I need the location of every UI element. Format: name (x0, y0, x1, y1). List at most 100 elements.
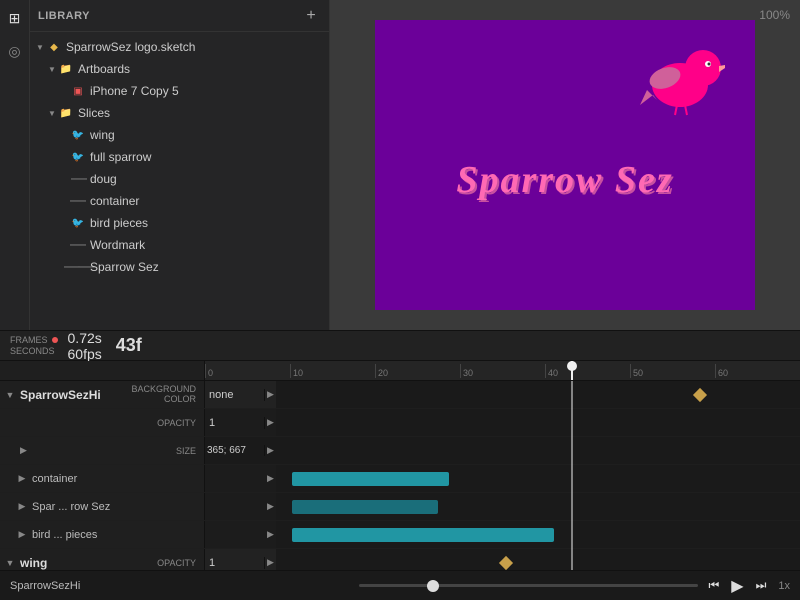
artboard-icon: ▣ (70, 83, 86, 99)
track-value-opacity: 1 (205, 417, 265, 429)
tree-item-slices[interactable]: ▼ 📁 Slices (30, 102, 329, 124)
expand-container-track[interactable]: ▶ (16, 473, 28, 485)
track-label-sparrowsezhi: ▼ SparrowSezHi BACKGROUNDCOLOR (0, 381, 205, 408)
folder-icon-artboards: 📁 (58, 61, 74, 77)
track-label-size: ▶ SIZE (0, 437, 205, 464)
tree-item-iphone[interactable]: ▣ iPhone 7 Copy 5 (30, 80, 329, 102)
tree-item-wing[interactable]: 🐦 wing (30, 124, 329, 146)
expand-sparrowsez-track[interactable]: ▶ (16, 501, 28, 513)
tracks-container: 0 10 20 30 40 50 60 (0, 361, 800, 570)
tree-item-doug[interactable]: — doug (30, 168, 329, 190)
track-arrow-container-track[interactable]: ▶ (267, 473, 274, 484)
track-timeline-wing (276, 549, 800, 570)
timeline: FRAMES SECONDS 0.72s 60fps 43f 0 10 (0, 330, 800, 600)
track-arrow-wing[interactable]: ▶ (267, 557, 274, 568)
app-container: ⊞ ◎ LIBRARY + ▼ ◆ SparrowSez logo.sketch… (0, 0, 800, 600)
canvas-frame: Sparrow Sez (375, 20, 755, 310)
slice-icon-bird-pieces: 🐦 (70, 215, 86, 231)
expand-sparrowsezhi[interactable]: ▼ (4, 389, 16, 401)
kf-bar-birdpieces (292, 528, 554, 542)
bird-svg (635, 40, 725, 120)
add-button[interactable]: + (301, 6, 321, 26)
tree-item-artboards[interactable]: ▼ 📁 Artboards (30, 58, 329, 80)
layers-icon[interactable]: ⊞ (9, 10, 21, 27)
sidebar-header: LIBRARY + (30, 0, 329, 32)
track-arrow-birdpieces-track[interactable]: ▶ (267, 529, 274, 540)
tree-item-container[interactable]: — container (30, 190, 329, 212)
track-property-size: SIZE (176, 446, 200, 456)
skip-back-button[interactable]: ⏮ (708, 578, 719, 593)
track-arrow-size[interactable]: ▶ (267, 445, 274, 456)
track-timeline-size (276, 437, 800, 464)
left-icon-rail: ⊞ ◎ (0, 0, 30, 330)
tree-item-sketch-file[interactable]: ▼ ◆ SparrowSez logo.sketch (30, 36, 329, 58)
skip-forward-button[interactable]: ⏭ (756, 578, 767, 593)
assets-icon[interactable]: ◎ (8, 43, 20, 60)
ruler-mark-60: 60 (715, 364, 800, 378)
arrow-full-sparrow (58, 151, 70, 163)
artboards-label: Artboards (78, 62, 130, 76)
play-button[interactable]: ▶ (731, 576, 743, 596)
track-name-birdpieces-track: bird ... pieces (32, 529, 200, 541)
kf-bar-sparrowsez (292, 500, 439, 514)
scrubber-thumb[interactable] (427, 580, 439, 592)
ruler-marks-row: 0 10 20 30 40 50 60 (205, 361, 800, 380)
dash-icon-wordmark: — (70, 237, 86, 253)
track-property-sparrowsezhi: BACKGROUNDCOLOR (131, 385, 200, 405)
ruler-marks-area: 0 10 20 30 40 50 60 (205, 361, 800, 380)
frames-seconds-label: FRAMES SECONDS (10, 335, 58, 357)
main-area: ⊞ ◎ LIBRARY + ▼ ◆ SparrowSez logo.sketch… (0, 0, 800, 330)
ruler-mark-10: 10 (290, 364, 375, 378)
tree-item-bird-pieces[interactable]: 🐦 bird pieces (30, 212, 329, 234)
folder-icon-slices: 📁 (58, 105, 74, 121)
scrubber-track[interactable] (359, 584, 698, 587)
arrow-bird-pieces (58, 217, 70, 229)
track-row-wing-parent: ▼ wing OPACITY 1 ▶ (0, 549, 800, 570)
container-label: container (90, 194, 139, 208)
expand-size[interactable]: ▶ (20, 445, 27, 456)
track-timeline-container (276, 465, 800, 492)
keyframe-diamond-wing (499, 555, 513, 569)
ruler-mark-20: 20 (375, 364, 460, 378)
slice-icon-wing: 🐦 (70, 127, 86, 143)
timecode: 0.72s 60fps (68, 330, 102, 362)
expand-wing-parent[interactable]: ▼ (4, 557, 16, 569)
track-name-wing-parent: wing (20, 556, 153, 570)
dash-icon-doug: — (70, 171, 86, 187)
track-value-wing: 1 (205, 557, 265, 569)
arrow-wordmark (58, 239, 70, 251)
track-timeline-opacity (276, 409, 800, 436)
expand-birdpieces-track[interactable]: ▶ (16, 529, 28, 541)
track-arrow-sparrowsez-track[interactable]: ▶ (267, 501, 274, 512)
sparrow-sez-text: Sparrow Sez (456, 158, 673, 202)
timeline-bottom: SparrowSezHi ⏮ ▶ ⏭ 1x (0, 570, 800, 600)
track-timeline-sparrowsez (276, 493, 800, 520)
track-arrow-opacity[interactable]: ▶ (267, 417, 274, 428)
track-row-sparrowsez: ▶ Spar ... row Sez ▶ (0, 493, 800, 521)
ruler-mark-30: 30 (460, 364, 545, 378)
ruler-playhead-head (567, 361, 577, 371)
tree-item-wordmark[interactable]: — Wordmark (30, 234, 329, 256)
arrow-sketch-file: ▼ (34, 41, 46, 53)
bird-pieces-label: bird pieces (90, 216, 148, 230)
tree-item-sparrow-sez[interactable]: —— Sparrow Sez (30, 256, 329, 278)
iphone-label: iPhone 7 Copy 5 (90, 84, 179, 98)
arrow-container (58, 195, 70, 207)
track-name-sparrowsezhi: SparrowSezHi (20, 388, 127, 402)
tree-item-full-sparrow[interactable]: 🐦 full sparrow (30, 146, 329, 168)
bird-container (635, 40, 725, 123)
wordmark-label: Wordmark (90, 238, 145, 252)
track-value-size: 365; 667 (205, 445, 265, 456)
sidebar: LIBRARY + ▼ ◆ SparrowSez logo.sketch ▼ 📁… (30, 0, 330, 330)
sparrow-sez-label: Sparrow Sez (90, 260, 159, 274)
track-label-container-track: ▶ container (0, 465, 205, 492)
speed-label: 1x (778, 580, 790, 592)
frame-number: 43f (116, 335, 142, 356)
track-label-wing-parent: ▼ wing OPACITY (0, 549, 205, 570)
zoom-label: 100% (759, 8, 790, 22)
dash-icon-sparrow-sez: —— (70, 259, 86, 275)
ruler-playhead (571, 361, 573, 380)
arrow-artboards: ▼ (46, 63, 58, 75)
track-arrow-sparrowsezhi[interactable]: ▶ (267, 389, 274, 400)
slice-icon-full-sparrow: 🐦 (70, 149, 86, 165)
